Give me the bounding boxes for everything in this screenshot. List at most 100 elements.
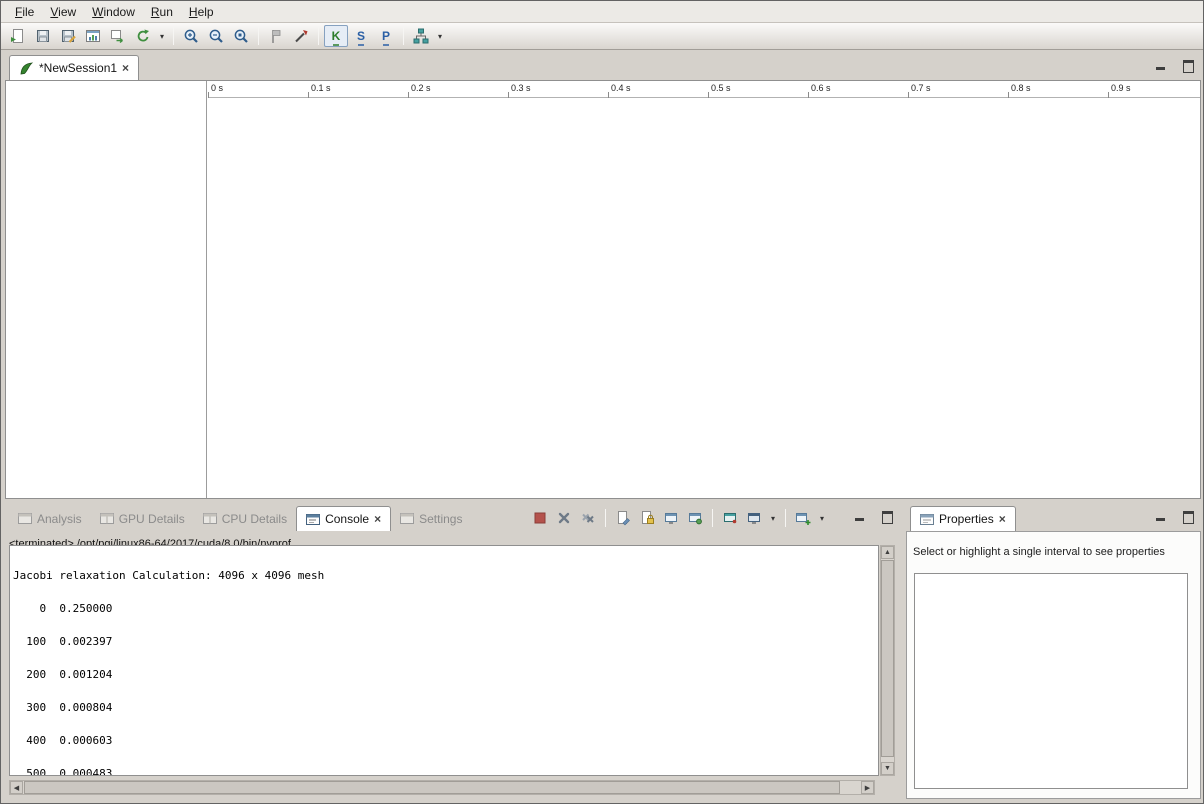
tab-gpu-details[interactable]: GPU Details <box>91 506 194 531</box>
pin-console-button[interactable] <box>684 508 706 528</box>
menu-file[interactable]: File <box>7 3 42 21</box>
console-tab-icon <box>306 513 320 526</box>
tab-analysis-label: Analysis <box>37 512 82 526</box>
toolbar-separator <box>318 27 319 45</box>
restore-zoom-button[interactable] <box>229 25 253 47</box>
toolbar-separator <box>712 509 713 527</box>
clear-console-button[interactable] <box>612 508 634 528</box>
save-session-button[interactable] <box>31 25 55 47</box>
save-session-as-button[interactable] <box>56 25 80 47</box>
scroll-left-icon[interactable]: ◀ <box>10 781 23 794</box>
ruler-tick: 0.1 s <box>308 83 331 93</box>
tab-properties[interactable]: Properties × <box>910 506 1016 531</box>
remove-all-terminated-button[interactable] <box>577 508 599 528</box>
run-analysis-button[interactable] <box>409 25 433 47</box>
import-data-icon <box>110 28 126 44</box>
previous-marker-button[interactable] <box>264 25 288 47</box>
scroll-lock-button[interactable] <box>636 508 658 528</box>
zoom-in-button[interactable] <box>179 25 203 47</box>
display-console-dropdown-button[interactable]: ▾ <box>767 508 779 528</box>
toolbar-separator <box>173 27 174 45</box>
scrollbar-thumb[interactable] <box>881 560 894 757</box>
process-mode-icon: P <box>382 29 390 43</box>
console-view: Analysis GPU Details CPU Details Console <box>5 504 900 799</box>
toolbar-separator <box>258 27 259 45</box>
toolbar-separator <box>403 27 404 45</box>
refresh-dropdown-button[interactable]: ▾ <box>156 25 168 47</box>
chevron-down-icon: ▾ <box>435 32 445 41</box>
scrollbar-thumb[interactable] <box>24 781 840 794</box>
maximize-icon[interactable] <box>1182 511 1194 522</box>
menu-view[interactable]: View <box>42 3 84 21</box>
profile-application-icon <box>85 28 101 44</box>
menu-run[interactable]: Run <box>143 3 181 21</box>
ruler-tick: 0.8 s <box>1008 83 1031 93</box>
word-wrap-button[interactable] <box>660 508 682 528</box>
next-marker-button[interactable] <box>289 25 313 47</box>
scroll-down-icon[interactable]: ▼ <box>881 762 894 775</box>
terminate-icon <box>532 510 548 526</box>
save-session-icon <box>35 28 51 44</box>
menu-window[interactable]: Window <box>84 3 143 21</box>
session-tab[interactable]: *NewSession1 × <box>9 55 139 80</box>
restore-zoom-icon <box>233 28 249 44</box>
close-icon[interactable]: × <box>122 63 129 73</box>
minimize-icon[interactable] <box>1155 60 1167 71</box>
clear-console-icon <box>615 510 631 526</box>
ruler-tick: 0.2 s <box>408 83 431 93</box>
profile-application-button[interactable] <box>81 25 105 47</box>
close-icon[interactable]: × <box>374 514 381 524</box>
tab-gpu-details-label: GPU Details <box>119 512 185 526</box>
process-mode-button[interactable]: P <box>374 25 398 47</box>
console-vertical-scrollbar[interactable]: ▲ ▼ <box>880 545 895 776</box>
timeline-row-labels <box>6 81 207 498</box>
run-analysis-dropdown-button[interactable]: ▾ <box>434 25 446 47</box>
display-selected-console-icon <box>746 510 762 526</box>
tab-console[interactable]: Console × <box>296 506 391 531</box>
zoom-in-icon <box>183 28 199 44</box>
tab-settings[interactable]: Settings <box>391 506 471 531</box>
properties-detail-box <box>914 573 1188 789</box>
console-horizontal-scrollbar[interactable]: ◀ ▶ <box>9 780 875 795</box>
run-analysis-icon <box>413 28 429 44</box>
editor-tab-row: *NewSession1 × <box>5 53 1201 80</box>
tab-analysis[interactable]: Analysis <box>9 506 91 531</box>
show-stdout-button[interactable] <box>719 508 741 528</box>
maximize-icon[interactable] <box>881 511 893 522</box>
stream-mode-button[interactable]: S <box>349 25 373 47</box>
terminate-button[interactable] <box>529 508 551 528</box>
previous-marker-icon <box>268 28 284 44</box>
zoom-out-button[interactable] <box>204 25 228 47</box>
remove-all-terminated-icon <box>580 510 596 526</box>
close-icon[interactable]: × <box>999 514 1006 524</box>
kernel-mode-button[interactable]: K <box>324 25 348 47</box>
minimize-icon[interactable] <box>854 511 866 522</box>
tab-cpu-details[interactable]: CPU Details <box>194 506 296 531</box>
scroll-right-icon[interactable]: ▶ <box>861 781 874 794</box>
open-console-dropdown-button[interactable]: ▾ <box>816 508 828 528</box>
analysis-tab-icon <box>18 512 32 525</box>
next-marker-icon <box>293 28 309 44</box>
bottom-tab-row: Analysis GPU Details CPU Details Console <box>5 504 900 531</box>
display-selected-console-button[interactable] <box>743 508 765 528</box>
remove-launch-button[interactable] <box>553 508 575 528</box>
timeline-body[interactable] <box>208 98 1200 498</box>
console-line: 500 0.000483 <box>13 768 875 776</box>
open-console-button[interactable] <box>792 508 814 528</box>
scroll-up-icon[interactable]: ▲ <box>881 546 894 559</box>
console-line: 400 0.000603 <box>13 735 875 746</box>
menu-help[interactable]: Help <box>181 3 222 21</box>
ruler-tick: 0 s <box>208 83 223 93</box>
refresh-icon <box>135 28 151 44</box>
new-session-icon <box>10 28 26 44</box>
refresh-button[interactable] <box>131 25 155 47</box>
minimize-icon[interactable] <box>1155 511 1167 522</box>
properties-tab-icon <box>920 513 934 526</box>
console-output[interactable]: Jacobi relaxation Calculation: 4096 x 40… <box>9 545 879 776</box>
maximize-icon[interactable] <box>1182 60 1194 71</box>
timeline-canvas[interactable]: 0 s 0.1 s 0.2 s 0.3 s 0.4 s 0.5 s 0.6 s … <box>5 80 1201 499</box>
new-session-button[interactable] <box>6 25 30 47</box>
cpu-details-tab-icon <box>203 512 217 525</box>
import-data-button[interactable] <box>106 25 130 47</box>
console-line: 100 0.002397 <box>13 636 875 647</box>
